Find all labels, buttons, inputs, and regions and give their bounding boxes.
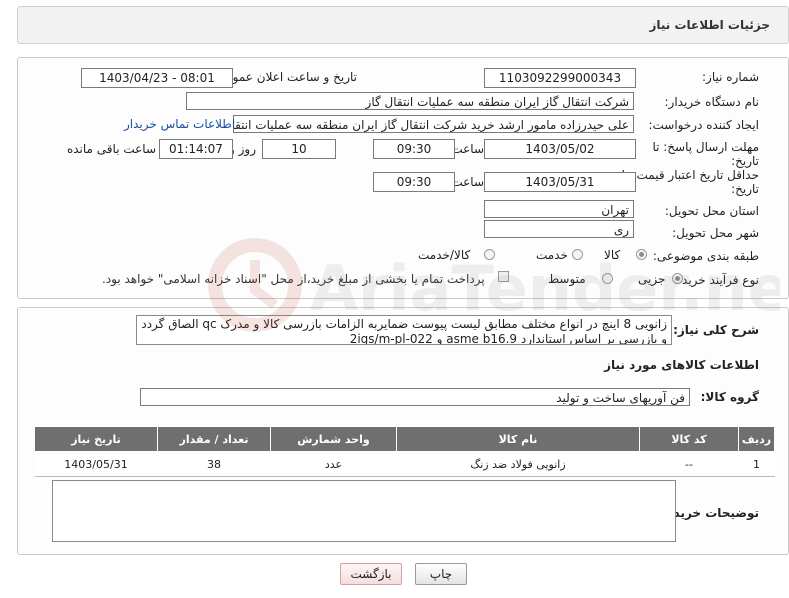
- description-text: زانویی 8 اینچ در انواع مختلف مطابق لیست …: [136, 315, 672, 345]
- col-row-header: ردیف: [738, 426, 775, 452]
- table-row: 1 -- زانویی فولاد ضد زنگ عدد 38 1403/05/…: [34, 451, 775, 477]
- need-number-label: شماره نیاز:: [702, 70, 759, 84]
- col-code-header: کد کالا: [639, 426, 739, 452]
- buyer-org-label: نام دستگاه خریدار:: [664, 95, 760, 109]
- city-label: شهر محل تحویل:: [672, 226, 759, 240]
- process-label: نوع فرآیند خرید :: [674, 273, 759, 287]
- buyer-org-field: شرکت انتقال گاز ایران منطقه سه عملیات ان…: [186, 92, 634, 110]
- table-header-row: ردیف کد کالا نام کالا واحد شمارش تعداد /…: [34, 426, 775, 452]
- col-qty-header: تعداد / مقدار: [157, 426, 271, 452]
- item-unit-cell: عدد: [270, 451, 397, 477]
- reply-date-field: 1403/05/02: [484, 139, 636, 159]
- category-service-radio[interactable]: [572, 249, 583, 260]
- category-goods-label: کالا: [604, 248, 621, 262]
- goods-group-label: گروه کالا:: [700, 390, 759, 404]
- province-field: تهران: [484, 200, 634, 218]
- col-date-header: تاریخ نیاز: [34, 426, 158, 452]
- item-date-cell: 1403/05/31: [34, 451, 158, 477]
- category-label: طبقه بندی موضوعی:: [652, 249, 759, 263]
- reply-days-field: 10: [262, 139, 336, 159]
- need-number-field: 1103092299000343: [484, 68, 636, 88]
- col-name-header: نام کالا: [396, 426, 640, 452]
- reply-days-label: روز و: [229, 142, 256, 156]
- reply-time-label: ساعت: [451, 142, 484, 156]
- remaining-time-label: ساعت باقی مانده: [66, 142, 156, 156]
- requester-label: ایجاد کننده درخواست:: [648, 118, 759, 132]
- process-medium-label: متوسط: [548, 272, 586, 286]
- price-validity-date-field: 1403/05/31: [484, 172, 636, 192]
- remaining-time-field: 01:14:07: [159, 139, 233, 159]
- category-goods-radio[interactable]: [636, 249, 647, 260]
- treasury-payment-note: پرداخت تمام یا بخشی از مبلغ خرید،از محل …: [102, 272, 485, 286]
- page-header: جزئیات اطلاعات نیاز: [17, 6, 789, 44]
- price-validity-time-label: ساعت: [451, 175, 484, 189]
- process-minor-label: جزیی: [638, 272, 666, 286]
- category-service-label: خدمت: [536, 248, 568, 262]
- reply-deadline-label: مهلت ارسال پاسخ: تا تاریخ:: [652, 140, 759, 168]
- col-unit-header: واحد شمارش: [270, 426, 397, 452]
- buyer-notes-field: [52, 480, 676, 542]
- process-minor-radio[interactable]: [672, 273, 683, 284]
- requester-field: علی حیدرزاده مامور ارشد خرید شرکت انتقال…: [233, 115, 634, 133]
- treasury-payment-checkbox[interactable]: [498, 271, 509, 282]
- item-code-cell: --: [639, 451, 739, 477]
- goods-group-field: فن آوریهای ساخت و تولید: [140, 388, 690, 406]
- price-validity-time-field: 09:30: [373, 172, 455, 192]
- announce-datetime-field: 1403/04/23 - 08:01: [81, 68, 233, 88]
- process-medium-radio[interactable]: [602, 273, 613, 284]
- item-name-cell: زانویی فولاد ضد زنگ: [396, 451, 640, 477]
- buyer-contact-link[interactable]: اطلاعات تماس خریدار: [124, 117, 235, 131]
- page-title: جزئیات اطلاعات نیاز: [649, 18, 770, 32]
- item-qty-cell: 38: [157, 451, 271, 477]
- city-field: ری: [484, 220, 634, 238]
- announce-datetime-label: تاریخ و ساعت اعلان عمومی:: [212, 70, 357, 84]
- print-button[interactable]: چاپ: [415, 563, 467, 585]
- goods-section-title: اطلاعات کالاهای مورد نیاز: [604, 358, 759, 372]
- reply-time-field: 09:30: [373, 139, 455, 159]
- goods-table: ردیف کد کالا نام کالا واحد شمارش تعداد /…: [34, 426, 775, 477]
- description-label: شرح کلی نیاز:: [673, 323, 759, 337]
- category-goods-service-label: کالا/خدمت: [418, 248, 471, 262]
- row-number-cell: 1: [738, 451, 775, 477]
- category-goods-service-radio[interactable]: [484, 249, 495, 260]
- province-label: استان محل تحویل:: [664, 204, 759, 218]
- back-button[interactable]: بازگشت: [340, 563, 402, 585]
